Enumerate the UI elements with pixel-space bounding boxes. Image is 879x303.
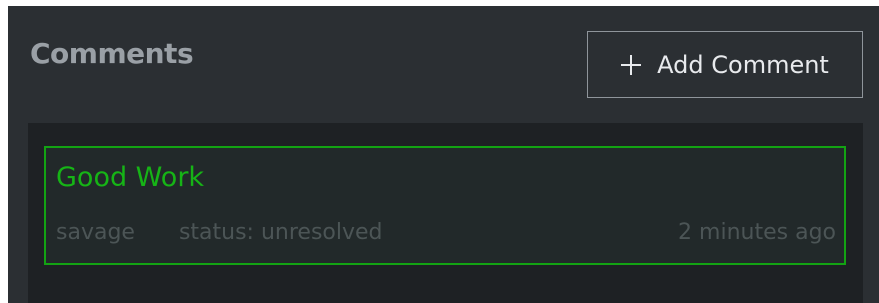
add-comment-label: Add Comment xyxy=(657,50,829,79)
comment-status: status: unresolved xyxy=(178,220,383,245)
comments-panel: Comments Add Comment Good Work savage st… xyxy=(8,6,879,303)
comment-card[interactable]: Good Work savage status: unresolved 2 mi… xyxy=(44,146,846,265)
comment-list: Good Work savage status: unresolved 2 mi… xyxy=(28,123,863,303)
add-comment-button[interactable]: Add Comment xyxy=(587,31,863,98)
panel-title: Comments xyxy=(30,37,194,70)
comment-title: Good Work xyxy=(56,162,205,193)
plus-icon xyxy=(621,54,642,75)
comment-meta: savage status: unresolved 2 minutes ago xyxy=(56,222,836,244)
comment-author: savage xyxy=(56,220,135,245)
comment-timestamp: 2 minutes ago xyxy=(678,220,836,245)
